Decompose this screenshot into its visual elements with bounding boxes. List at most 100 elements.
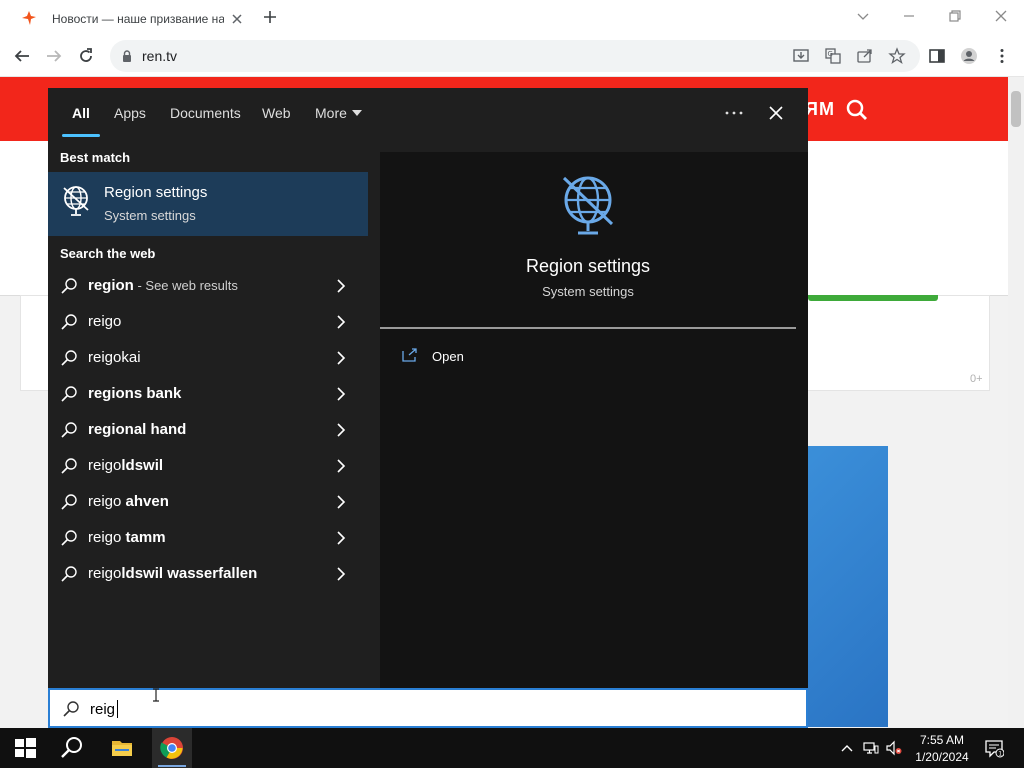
web-result-label: reigoldswil wasserfallen (88, 565, 258, 582)
search-icon (61, 314, 77, 330)
web-result-regional-hand[interactable]: regional hand (48, 412, 368, 448)
search-input[interactable] (90, 698, 390, 720)
region-globe-icon (63, 186, 89, 216)
show-hidden-icons-chevron-icon[interactable] (839, 740, 855, 756)
more-options-icon[interactable] (724, 108, 744, 118)
browser-menu-icon[interactable] (993, 47, 1011, 65)
web-result-region[interactable]: region - See web results (48, 268, 368, 304)
search-box[interactable] (48, 688, 808, 728)
start-search-panel: All Apps Documents Web More Best match R… (48, 88, 808, 688)
progress-accent (808, 295, 938, 301)
detail-divider (380, 327, 796, 329)
tab-web[interactable]: Web (262, 105, 291, 121)
open-external-icon (402, 348, 417, 362)
chevron-right-icon[interactable] (336, 495, 346, 509)
web-result-regions-bank[interactable]: regions bank (48, 376, 368, 412)
best-match-result[interactable]: Region settings System settings (48, 172, 368, 236)
ren-tv-favicon-icon (22, 11, 36, 25)
more-dropdown-icon[interactable] (352, 110, 362, 116)
tab-close-icon[interactable] (230, 12, 244, 26)
tab-more[interactable]: More (315, 105, 347, 121)
active-app-indicator (158, 765, 186, 767)
search-icon (61, 494, 77, 510)
web-result-label: reigoldswil (88, 457, 164, 474)
result-detail-pane: Region settings System settings Open (380, 152, 808, 688)
translate-icon[interactable]: G (824, 47, 842, 65)
search-icon (61, 530, 77, 546)
file-explorer-icon[interactable] (110, 736, 134, 760)
clock-date[interactable]: 1/20/2024 (911, 750, 973, 764)
open-action[interactable]: Open (400, 346, 600, 370)
restore-icon[interactable] (947, 8, 963, 24)
chevron-right-icon[interactable] (336, 567, 346, 581)
detail-title: Region settings (525, 256, 651, 276)
lock-icon (123, 50, 131, 62)
ibeam-cursor-icon (153, 688, 159, 702)
web-result-label: regions bank (88, 385, 182, 402)
browser-tab[interactable]: Новости — наше призвание на (8, 2, 244, 36)
browser-toolbar: ren.tv G (0, 36, 1024, 77)
forward-arrow-icon[interactable] (45, 47, 63, 65)
network-icon[interactable] (863, 740, 879, 756)
taskbar-search-icon[interactable] (60, 736, 84, 760)
tab-apps[interactable]: Apps (114, 105, 146, 121)
windows-start-icon[interactable] (13, 736, 37, 760)
page-scrollbar[interactable] (1008, 77, 1024, 727)
web-result-reigo-ahven[interactable]: reigo ahven (48, 484, 368, 520)
best-match-subtitle: System settings (104, 208, 196, 223)
chevron-right-icon[interactable] (336, 351, 346, 365)
chevron-right-icon[interactable] (336, 459, 346, 473)
site-header-text: ЯМ (805, 99, 835, 119)
web-result-label: reigo tamm (88, 529, 166, 546)
svg-text:1: 1 (998, 751, 1002, 758)
url-text: ren.tv (142, 48, 178, 64)
scrollbar-thumb[interactable] (1011, 91, 1021, 127)
side-panel-icon[interactable] (928, 47, 946, 65)
page-image (808, 446, 888, 727)
chevron-right-icon[interactable] (336, 531, 346, 545)
profile-avatar-icon[interactable] (960, 47, 978, 65)
new-tab-icon[interactable] (262, 9, 278, 25)
chevron-right-icon[interactable] (336, 279, 346, 293)
search-icon (61, 350, 77, 366)
text-caret (117, 700, 118, 718)
tab-search-chevron-icon[interactable] (855, 8, 871, 24)
age-rating: 0+ (970, 373, 983, 385)
close-window-icon[interactable] (993, 8, 1009, 24)
address-bar[interactable]: ren.tv G (110, 40, 920, 72)
notification-center-icon[interactable]: 1 (984, 738, 1004, 758)
search-filter-tabs: All Apps Documents Web More (48, 88, 808, 140)
results-list: Best match Region settings System settin… (48, 140, 368, 688)
share-icon[interactable] (856, 47, 874, 65)
clock-time[interactable]: 7:55 AM (915, 733, 969, 747)
chevron-right-icon[interactable] (336, 387, 346, 401)
site-search-icon[interactable] (845, 98, 869, 122)
web-result-reigo[interactable]: reigo (48, 304, 368, 340)
web-result-reigoldswil-wasserfallen[interactable]: reigoldswil wasserfallen (48, 556, 368, 592)
chrome-taskbar-button[interactable] (152, 728, 192, 768)
web-result-reigoldswil[interactable]: reigoldswil (48, 448, 368, 484)
chevron-right-icon[interactable] (336, 423, 346, 437)
tab-documents[interactable]: Documents (170, 105, 241, 121)
web-result-reigo-tamm[interactable]: reigo tamm (48, 520, 368, 556)
tab-all[interactable]: All (72, 105, 90, 121)
web-result-label: reigokai (88, 349, 141, 366)
back-arrow-icon[interactable] (13, 47, 31, 65)
search-icon (61, 278, 77, 294)
tab-title: Новости — наше призвание на (52, 12, 224, 26)
install-app-icon[interactable] (792, 47, 810, 65)
volume-muted-icon[interactable] (886, 740, 902, 756)
active-tab-indicator (62, 134, 100, 137)
search-web-label: Search the web (60, 246, 156, 261)
web-result-label: reigo (88, 313, 122, 330)
minimize-icon[interactable] (901, 8, 917, 24)
open-label: Open (432, 349, 464, 364)
close-search-icon[interactable] (768, 105, 784, 121)
chrome-icon (160, 737, 183, 759)
svg-text:G: G (828, 50, 833, 58)
reload-icon[interactable] (77, 47, 95, 65)
chevron-right-icon[interactable] (336, 315, 346, 329)
bookmark-star-icon[interactable] (888, 47, 906, 65)
region-globe-icon (562, 176, 614, 235)
web-result-reigokai[interactable]: reigokai (48, 340, 368, 376)
